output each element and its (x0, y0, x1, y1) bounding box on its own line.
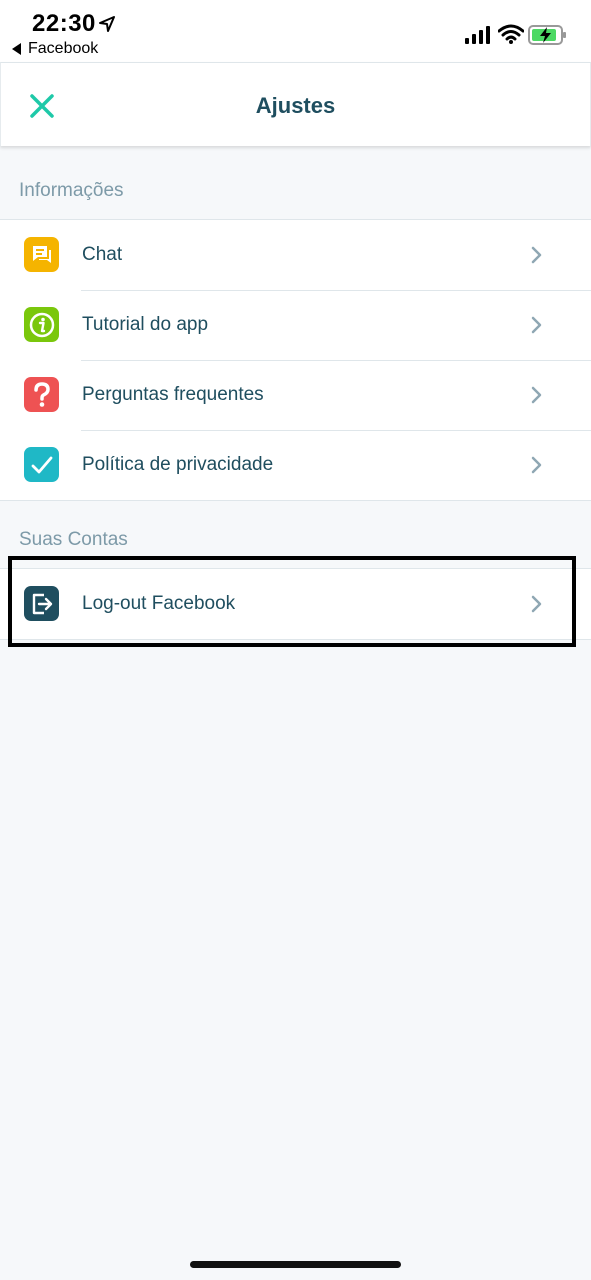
section-title-informacoes: Informações (19, 180, 124, 201)
list-item-label: Chat (82, 244, 123, 265)
status-time: 22:30 (32, 10, 96, 37)
chevron-right-icon (531, 246, 542, 264)
list-item-tutorial[interactable]: Tutorial do app (0, 290, 591, 360)
chevron-right-icon (531, 316, 542, 334)
page-title: Ajustes (255, 93, 336, 118)
chevron-right-icon (531, 456, 542, 474)
chat-icon (24, 237, 59, 272)
header-bar: Ajustes (0, 62, 591, 146)
list-item-logout-facebook[interactable]: Log-out Facebook (0, 569, 591, 639)
list-item-label: Perguntas frequentes (82, 384, 264, 405)
list-item-label: Log-out Facebook (82, 593, 236, 614)
list-item-privacy-policy[interactable]: Política de privacidade (0, 430, 591, 500)
back-to-app-link[interactable]: Facebook (12, 40, 98, 58)
wifi-icon (498, 24, 524, 44)
list-item-faq[interactable]: Perguntas frequentes (0, 360, 591, 430)
back-arrow-icon (12, 43, 21, 55)
chevron-right-icon (531, 386, 542, 404)
accounts-list: Log-out Facebook (0, 568, 591, 640)
list-item-chat[interactable]: Chat (0, 220, 591, 290)
list-item-label: Tutorial do app (82, 314, 209, 335)
checkmark-icon (24, 447, 59, 482)
question-icon (24, 377, 59, 412)
home-indicator (190, 1261, 401, 1268)
cellular-signal-icon (465, 26, 490, 44)
battery-charging-icon (528, 25, 566, 45)
location-arrow-icon (99, 16, 115, 32)
info-list: Chat Tutorial do app Perguntas frequente… (0, 219, 591, 501)
list-item-label: Política de privacidade (82, 454, 274, 475)
info-icon (24, 307, 59, 342)
chevron-right-icon (531, 595, 542, 613)
status-bar: 22:30 Facebook (0, 0, 591, 62)
section-title-suas-contas: Suas Contas (19, 529, 128, 550)
back-app-label: Facebook (28, 40, 99, 57)
logout-icon (24, 586, 59, 621)
